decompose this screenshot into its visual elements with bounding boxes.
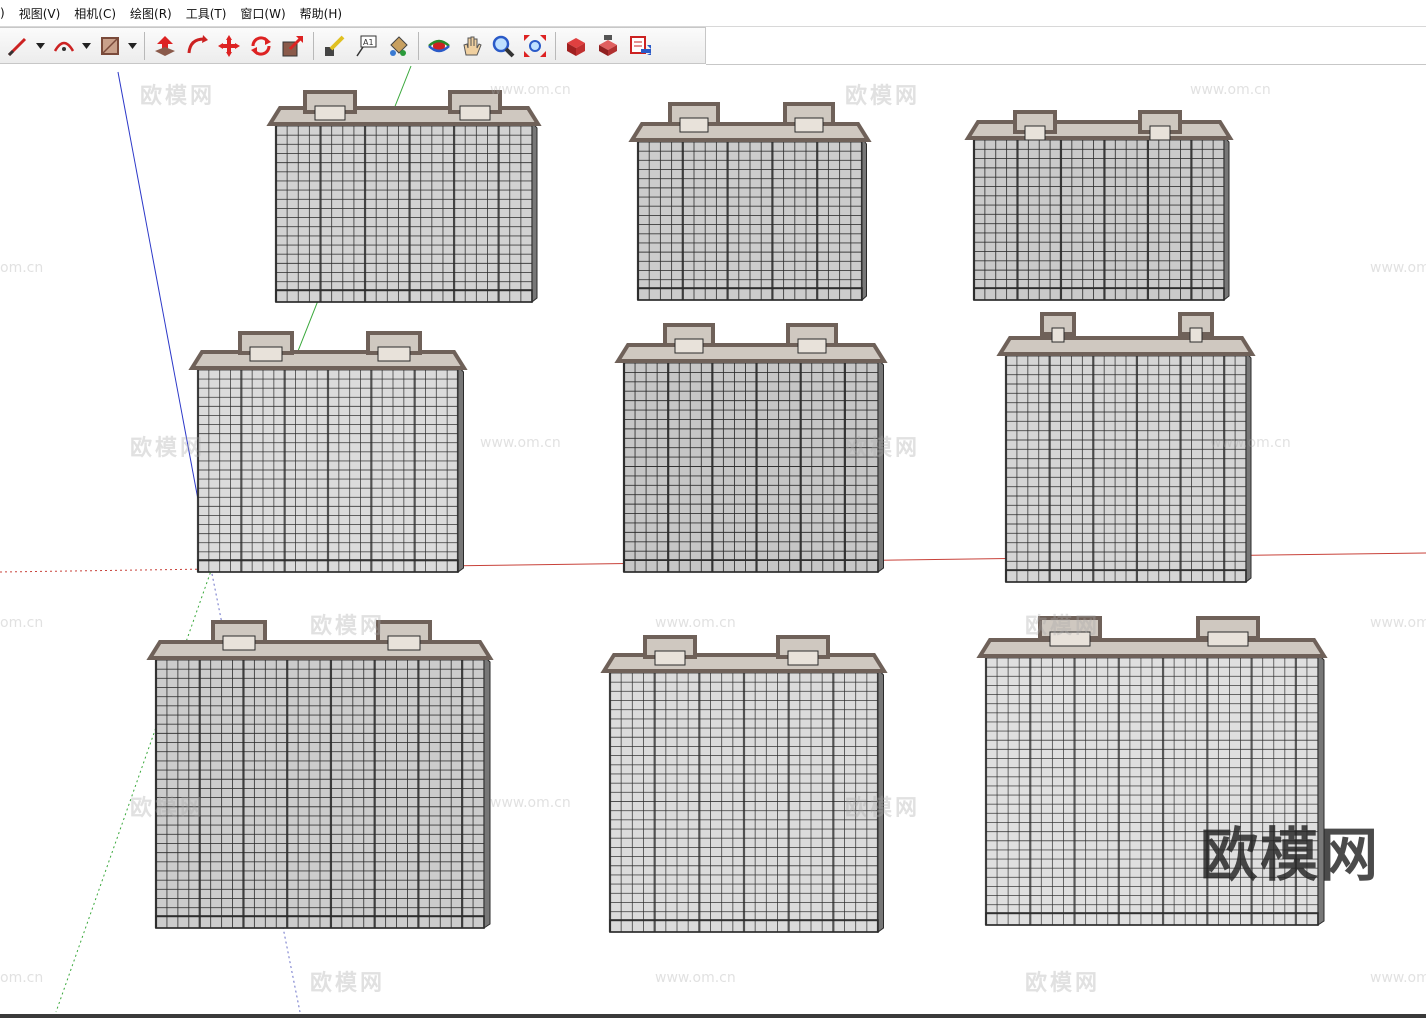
watermark-text: om.cn <box>0 260 44 276</box>
menu-item-4[interactable]: 工具(T) <box>179 5 234 22</box>
zoom-extents-icon <box>524 34 546 57</box>
rotate-tool-button[interactable] <box>246 31 276 61</box>
watermark-text: 欧模网 <box>140 84 216 109</box>
tape-measure-icon <box>325 35 345 56</box>
warehouse-share-icon <box>599 34 617 56</box>
status-strip <box>0 1014 1426 1018</box>
tape-measure-tool-button[interactable] <box>319 31 349 61</box>
share-component-tool-button[interactable] <box>625 31 655 61</box>
paint-bucket-tool-button[interactable] <box>383 31 413 61</box>
watermark-text: www.om.cn <box>1370 970 1426 986</box>
menu-item-3[interactable]: 绘图(R) <box>123 5 179 22</box>
watermark-text: 欧模网 <box>845 84 921 109</box>
shape-rectangle-icon <box>101 36 119 55</box>
watermark-text: www.om.cn <box>655 615 736 631</box>
orbit-tool-button[interactable] <box>424 31 454 61</box>
menu-item-0[interactable]: ) <box>0 6 12 20</box>
warehouse-share-tool-button[interactable] <box>593 31 623 61</box>
zoom-tool-button[interactable] <box>488 31 518 61</box>
red-axis-dashed <box>0 568 213 573</box>
chevron-down-icon[interactable] <box>80 31 92 61</box>
watermark-text: www.om.cn <box>1190 82 1271 98</box>
scale-tool-button[interactable] <box>278 31 308 61</box>
shape-rectangle-tool-button[interactable] <box>95 31 125 61</box>
toolbar-separator <box>418 31 419 60</box>
watermark-text: www.om.cn <box>1370 615 1426 631</box>
watermark-text: 欧模网 <box>130 436 206 461</box>
orbit-icon <box>428 39 450 52</box>
watermark-text: 欧模网 <box>130 796 206 821</box>
building-model[interactable] <box>600 635 888 933</box>
scale-icon <box>282 35 304 56</box>
building-model[interactable] <box>188 331 468 573</box>
watermark-text: www.om.cn <box>1370 260 1426 276</box>
watermark-text: 欧模网 <box>310 971 386 996</box>
watermark-text: www.om.cn <box>490 795 571 811</box>
toolbar-separator <box>144 31 145 60</box>
rotate-icon <box>251 35 271 56</box>
text-label-icon: A1 <box>356 35 377 56</box>
watermark-text: 欧模网 <box>845 796 921 821</box>
watermark-text: om.cn <box>0 970 44 986</box>
drawing-toolbar: A1 <box>0 27 706 64</box>
toolbar-separator <box>313 31 314 60</box>
watermark-text: www.om.cn <box>1210 435 1291 451</box>
watermark-text: 欧模网 <box>845 436 921 461</box>
watermark-text: om.cn <box>0 615 44 631</box>
push-pull-icon <box>155 35 175 56</box>
watermark-text: 欧模网 <box>1025 614 1101 639</box>
follow-me-icon <box>187 34 208 53</box>
building-model[interactable] <box>628 102 872 302</box>
pencil-line-tool-button[interactable] <box>3 31 33 61</box>
warehouse-get-models-icon <box>567 37 585 56</box>
chevron-down-icon[interactable] <box>34 31 46 61</box>
building-model[interactable] <box>146 620 494 929</box>
menu-item-6[interactable]: 帮助(H) <box>293 5 349 22</box>
zoom-icon <box>492 35 515 57</box>
move-icon <box>218 34 240 57</box>
building-model[interactable] <box>266 90 542 304</box>
menu-bar: ) 视图(V) 相机(C) 绘图(R) 工具(T) 窗口(W) 帮助(H) <box>0 0 1426 27</box>
watermark-text: www.om.cn <box>480 435 561 451</box>
menu-item-5[interactable]: 窗口(W) <box>233 5 292 22</box>
pencil-line-icon <box>7 37 27 56</box>
toolbar-separator <box>555 31 556 60</box>
share-component-icon <box>630 35 651 55</box>
move-tool-button[interactable] <box>214 31 244 61</box>
menu-item-1[interactable]: 视图(V) <box>12 5 68 22</box>
watermark-text: 欧模网 <box>310 614 386 639</box>
menu-item-2[interactable]: 相机(C) <box>67 5 123 22</box>
paint-bucket-icon <box>390 35 408 56</box>
watermark-text: www.om.cn <box>655 970 736 986</box>
push-pull-tool-button[interactable] <box>150 31 180 61</box>
building-model[interactable] <box>964 110 1234 302</box>
watermark-text: www.om.cn <box>490 82 571 98</box>
zoom-extents-tool-button[interactable] <box>520 31 550 61</box>
pan-tool-button[interactable] <box>456 31 486 61</box>
brand-watermark: 欧模网 <box>1200 821 1381 889</box>
follow-me-tool-button[interactable] <box>182 31 212 61</box>
chevron-down-icon[interactable] <box>126 31 138 61</box>
svg-text:A1: A1 <box>363 38 374 47</box>
text-label-tool-button[interactable]: A1 <box>351 31 381 61</box>
pan-icon <box>463 36 482 55</box>
arc-tool-button[interactable] <box>49 31 79 61</box>
watermark-text: 欧模网 <box>1025 971 1101 996</box>
arc-icon <box>53 41 75 52</box>
warehouse-get-models-tool-button[interactable] <box>561 31 591 61</box>
